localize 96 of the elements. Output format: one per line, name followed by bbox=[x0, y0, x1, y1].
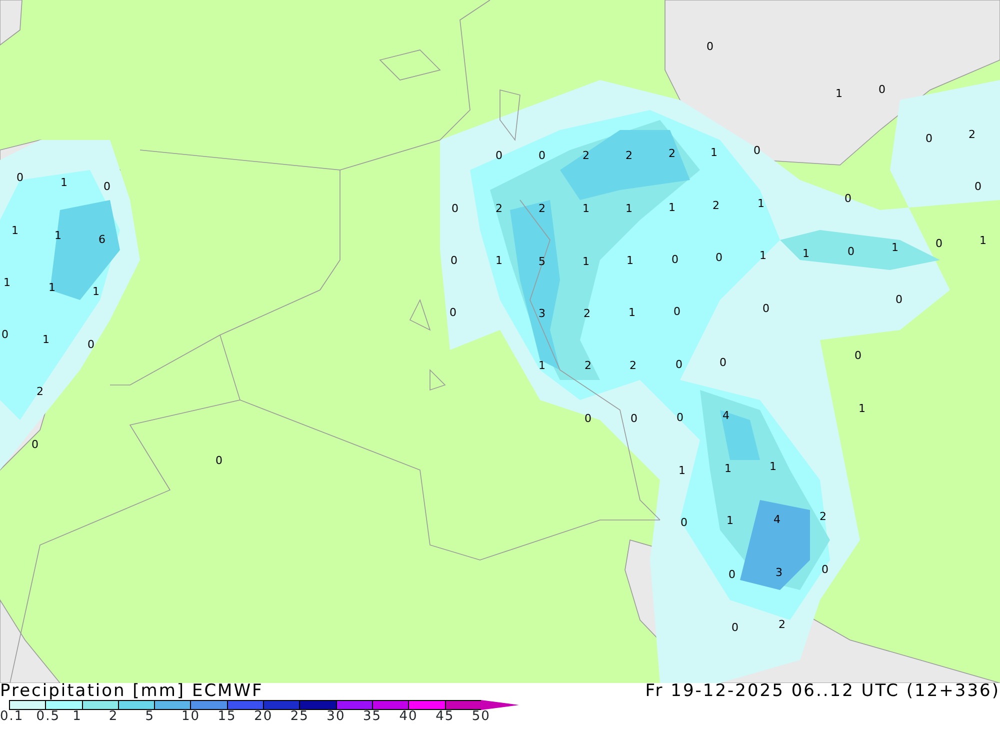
forecast-date: Fr 19-12-2025 06..12 UTC (12+336) bbox=[645, 683, 1000, 700]
scale-label: 45 bbox=[436, 710, 456, 723]
precipitation-value: 0 bbox=[216, 454, 222, 467]
precipitation-value: 0 bbox=[538, 149, 546, 162]
precipitation-value: 0 bbox=[680, 516, 688, 529]
precipitation-value: 1 bbox=[836, 87, 842, 100]
precipitation-value: 1 bbox=[582, 202, 590, 215]
precipitation-value: 0 bbox=[676, 358, 682, 371]
scale-label: 20 bbox=[254, 710, 274, 723]
precipitation-value: 1 bbox=[496, 254, 502, 267]
scale-label: 5 bbox=[145, 710, 156, 723]
precipitation-value: 1 bbox=[980, 234, 986, 247]
precipitation-value: 4 bbox=[722, 409, 730, 422]
precipitation-value: 1 bbox=[42, 333, 50, 346]
precipitation-value: 0 bbox=[732, 621, 738, 634]
precipitation-value: 0 bbox=[450, 254, 458, 267]
precipitation-value: 0 bbox=[16, 171, 24, 184]
precipitation-value: 0 bbox=[822, 563, 828, 576]
precipitation-value: 1 bbox=[858, 402, 866, 415]
precipitation-value: 0 bbox=[716, 251, 722, 264]
precipitation-value: 1 bbox=[626, 254, 634, 267]
scale-label: 35 bbox=[362, 710, 383, 723]
precipitation-value: 2 bbox=[968, 128, 976, 141]
precipitation-value: 3 bbox=[776, 566, 782, 579]
scale-label: 1 bbox=[72, 710, 83, 723]
scale-label: 2 bbox=[108, 710, 120, 723]
precipitation-value: 1 bbox=[770, 460, 776, 473]
precipitation-value: 2 bbox=[820, 510, 826, 523]
precipitation-value: 0 bbox=[2, 328, 8, 341]
precipitation-value: 0 bbox=[720, 356, 726, 369]
precipitation-value: 5 bbox=[538, 255, 546, 268]
precipitation-value: 1 bbox=[726, 514, 734, 527]
precipitation-value: 0 bbox=[496, 149, 502, 162]
precipitation-value: 1 bbox=[724, 462, 732, 475]
precipitation-value: 6 bbox=[98, 233, 106, 246]
precipitation-value: 1 bbox=[628, 306, 636, 319]
precipitation-value: 1 bbox=[4, 276, 10, 289]
precipitation-value: 0 bbox=[104, 180, 110, 193]
precipitation-value: 0 bbox=[844, 192, 852, 205]
precipitation-value: 0 bbox=[974, 180, 982, 193]
precipitation-value: 1 bbox=[60, 176, 68, 189]
precipitation-value: 0 bbox=[762, 302, 770, 315]
precipitation-value: 0 bbox=[674, 305, 680, 318]
precipitation-value: 2 bbox=[630, 359, 636, 372]
precipitation-value: 1 bbox=[678, 464, 686, 477]
precipitation-value: 2 bbox=[778, 618, 786, 631]
precipitation-value: 2 bbox=[584, 359, 592, 372]
scale-label: 0.1 bbox=[0, 710, 25, 723]
precipitation-value: 1 bbox=[802, 247, 810, 260]
scale-label: 25 bbox=[290, 710, 310, 723]
precipitation-value: 2 bbox=[496, 202, 502, 215]
precipitation-value: 1 bbox=[582, 255, 590, 268]
precipitation-value: 2 bbox=[538, 202, 546, 215]
precipitation-value: 0 bbox=[706, 40, 714, 53]
precipitation-value: 0 bbox=[452, 202, 458, 215]
precipitation-value: 0 bbox=[936, 237, 942, 250]
precipitation-value: 2 bbox=[668, 147, 676, 160]
precipitation-value: 1 bbox=[626, 202, 632, 215]
scale-label: 10 bbox=[181, 710, 202, 723]
precipitation-value: 1 bbox=[92, 285, 100, 298]
precipitation-value: 0 bbox=[88, 338, 94, 351]
precipitation-value: 2 bbox=[712, 199, 720, 212]
precipitation-value: 0 bbox=[728, 568, 736, 581]
scale-label: 40 bbox=[399, 710, 419, 723]
precipitation-value: 3 bbox=[538, 307, 546, 320]
scale-label: 0.5 bbox=[36, 710, 61, 723]
precipitation-value: 1 bbox=[668, 201, 676, 214]
chart-title: Precipitation [mm] ECMWF bbox=[0, 683, 264, 700]
precipitation-value: 0 bbox=[584, 412, 592, 425]
precipitation-value: 2 bbox=[36, 385, 44, 398]
precipitation-value: 1 bbox=[54, 229, 62, 242]
precipitation-value: 0 bbox=[32, 438, 38, 451]
precipitation-value: 1 bbox=[710, 146, 718, 159]
scale-label: 50 bbox=[472, 710, 492, 723]
precipitation-value: 0 bbox=[450, 306, 456, 319]
precipitation-value: 0 bbox=[754, 144, 760, 157]
precipitation-value: 4 bbox=[774, 513, 780, 526]
precipitation-value: 0 bbox=[672, 253, 678, 266]
precipitation-value: 1 bbox=[758, 197, 764, 210]
precipitation-value: 2 bbox=[584, 307, 590, 320]
precipitation-value: 1 bbox=[892, 241, 898, 254]
precipitation-value: 2 bbox=[626, 149, 632, 162]
precipitation-value: 1 bbox=[12, 224, 18, 237]
precipitation-value: 1 bbox=[760, 249, 766, 262]
precipitation-value: 0 bbox=[926, 132, 932, 145]
precipitation-value: 0 bbox=[676, 411, 684, 424]
precipitation-value: 2 bbox=[582, 149, 590, 162]
precipitation-value: 0 bbox=[854, 349, 862, 362]
precipitation-value: 0 bbox=[896, 293, 902, 306]
scale-label: 15 bbox=[218, 710, 238, 723]
precipitation-value: 1 bbox=[48, 281, 56, 294]
precipitation-value: 0 bbox=[630, 412, 638, 425]
precipitation-value: 0 bbox=[878, 83, 886, 96]
precipitation-value: 1 bbox=[538, 359, 546, 372]
scale-label: 30 bbox=[326, 710, 346, 723]
precipitation-value: 0 bbox=[848, 245, 854, 258]
